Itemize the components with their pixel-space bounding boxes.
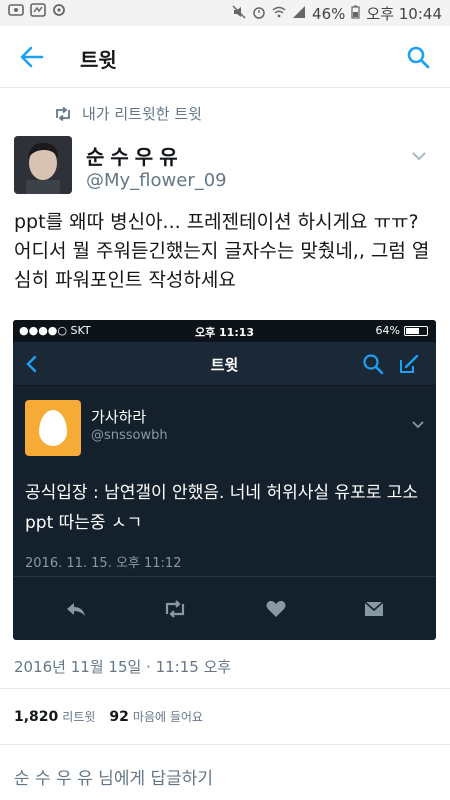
- wifi-icon: [272, 5, 286, 23]
- tweet-stats: 1,820 리트윗 92 마음에 들어요: [14, 708, 203, 725]
- notification-icon: [8, 3, 24, 21]
- compose-icon: [398, 353, 420, 375]
- back-arrow-icon[interactable]: [20, 46, 44, 68]
- embedded-display-name: 가사하라: [91, 408, 147, 426]
- embedded-clock: 오후 11:13: [194, 326, 255, 339]
- embedded-tweet-text: 공식입장 : 남연갤이 안했음. 너네 허위사실 유포로 고소 ppt 따는중 …: [25, 483, 419, 533]
- embedded-user-handle: @snssowbh: [91, 428, 168, 443]
- divider: [0, 688, 450, 689]
- retweet-context: 내가 리트윗한 트윗: [54, 103, 202, 124]
- embedded-nav-bar: 트윗: [13, 342, 436, 386]
- divider: [0, 744, 450, 745]
- retweet-stat[interactable]: 1,820 리트윗: [14, 708, 95, 725]
- battery-icon: [351, 5, 360, 23]
- chevron-down-icon: [412, 414, 424, 429]
- like-stat[interactable]: 92 마음에 들어요: [109, 708, 203, 725]
- embedded-screenshot[interactable]: ●●●●○ SKT 오후 11:13 64% 트윗 가사하라 @snssowbh…: [13, 320, 436, 640]
- retweet-context-label: 내가 리트윗한 트윗: [82, 105, 202, 123]
- avatar[interactable]: [14, 136, 72, 194]
- retweet-icon: [54, 106, 72, 121]
- retweet-label: 리트윗: [62, 710, 96, 724]
- chevron-down-icon[interactable]: [412, 146, 426, 161]
- page-title: 트윗: [80, 48, 117, 72]
- user-handle[interactable]: @My_flower_09: [86, 170, 227, 191]
- retweet-count: 1,820: [14, 709, 59, 725]
- clock: 오후 10:44: [366, 5, 442, 23]
- battery-level: [406, 327, 419, 334]
- egg-avatar: [25, 400, 81, 456]
- embedded-action-bar: [13, 576, 436, 640]
- battery-icon: [404, 325, 428, 336]
- message-icon: [363, 599, 385, 619]
- embedded-timestamp: 2016. 11. 15. 오후 11:12: [25, 556, 182, 571]
- search-icon[interactable]: [406, 45, 430, 69]
- like-count: 92: [109, 709, 129, 725]
- signal-icon: [292, 5, 306, 23]
- battery-percent: 46%: [312, 4, 346, 23]
- sync-icon: [52, 3, 66, 21]
- reply-input[interactable]: 순 수 우 유 님에게 답글하기: [14, 764, 213, 789]
- heart-icon: [265, 599, 287, 619]
- retweet-icon: [163, 599, 185, 619]
- like-label: 마음에 들어요: [132, 710, 203, 724]
- notification-icon: [30, 3, 46, 21]
- tweet-text: ppt를 왜따 병신아... 프레젠테이션 하시게요 ㅠㅠ? 어디서 뭘 주워듣…: [14, 211, 430, 291]
- tweet-timestamp: 2016년 11월 15일 · 11:15 오후: [14, 658, 232, 676]
- app-header: 트윗: [0, 26, 450, 88]
- display-name[interactable]: 순수우유: [86, 141, 184, 170]
- alarm-icon: [252, 5, 266, 23]
- search-icon: [362, 353, 384, 375]
- embedded-status-bar: ●●●●○ SKT 오후 11:13 64%: [13, 320, 436, 342]
- embedded-battery-percent: 64%: [375, 324, 400, 337]
- mute-icon: [232, 4, 246, 23]
- reply-icon: [65, 599, 87, 619]
- status-bar: 46% 오후 10:44: [0, 0, 450, 26]
